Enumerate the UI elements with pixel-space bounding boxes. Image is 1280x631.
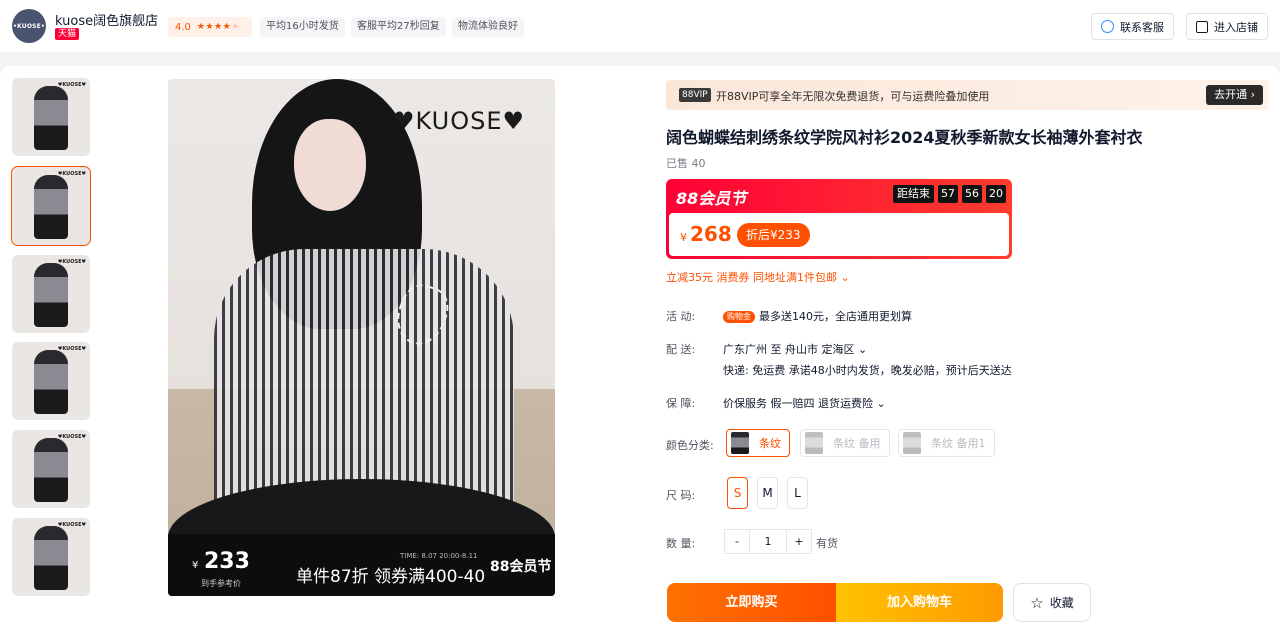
thumbnail-3[interactable]: ♥KUOSE♥: [12, 255, 90, 333]
thumbnail-logo: ♥KUOSE♥: [57, 171, 86, 177]
shop-rating: 4.0 ★★★★★: [168, 17, 252, 37]
color-swatch: [903, 432, 921, 454]
countdown-label: 距结束: [893, 185, 934, 203]
thumbnail-2[interactable]: ♥KUOSE♥: [11, 166, 91, 246]
price-yen: ¥: [680, 231, 687, 244]
star-icon: ☆: [1030, 593, 1044, 612]
thumbnail-1[interactable]: ♥KUOSE♥: [12, 78, 90, 156]
store-icon: [1196, 20, 1208, 33]
thumbnail-4[interactable]: ♥KUOSE♥: [12, 342, 90, 420]
shipping-info: 快递: 免运费 承诺48小时内发货，晚发必赔，预计后天送达: [723, 364, 1012, 377]
product-title: 阔色蝴蝶结刺绣条纹学院风衬衫2024夏秋季新款女长袖薄外套衬衣: [666, 128, 1143, 147]
after-discount-price: 折后¥233: [737, 223, 810, 247]
color-option-stripe-spare[interactable]: 条纹 备用: [800, 429, 890, 457]
color-option-stripe-spare-1[interactable]: 条纹 备用1: [898, 429, 995, 457]
vip-open-button[interactable]: 去开通 ›: [1206, 85, 1263, 105]
thumbnail-logo: ♥KUOSE♥: [57, 522, 86, 528]
countdown-seconds: 20: [986, 185, 1006, 203]
sold-count: 已售 40: [666, 157, 706, 170]
shopping-gold-badge: 购物金: [723, 311, 755, 323]
promo-deal: 单件87折 领券满400-40: [296, 567, 486, 587]
stock-status: 有货: [816, 537, 838, 550]
enter-shop-label: 进入店铺: [1214, 20, 1258, 34]
shop-logo[interactable]: •KUOSE•: [12, 9, 46, 43]
shop-tag-service: 客服平均27秒回复: [351, 17, 446, 37]
enter-shop-button[interactable]: 进入店铺: [1186, 13, 1268, 40]
coupon-link[interactable]: 立减35元 消费券 同地址满1件包邮 ⌄: [666, 269, 850, 285]
activity-text: 最多送140元，全店通用更划算: [759, 310, 912, 323]
quantity-stepper: - 1 +: [724, 529, 812, 554]
countdown-minutes: 56: [962, 185, 982, 203]
promo-price: 233: [204, 549, 250, 574]
contact-service-button[interactable]: 联系客服: [1091, 13, 1174, 40]
thumbnail-logo: ♥KUOSE♥: [57, 434, 86, 440]
thumbnail-logo: ♥KUOSE♥: [57, 82, 86, 88]
promo-ref-label: 到手参考价: [201, 579, 241, 588]
shop-header: •KUOSE• kuose阔色旗舰店 天猫 4.0 ★★★★★ 平均16小时发货…: [0, 0, 1280, 52]
promo-festival: 88会员节: [490, 559, 552, 575]
quantity-minus-button[interactable]: -: [724, 529, 750, 554]
chat-icon: [1101, 20, 1114, 33]
shop-tag-logistics: 物流体验良好: [452, 17, 524, 37]
size-option-s[interactable]: S: [727, 477, 748, 509]
color-swatch: [731, 432, 749, 454]
image-promo-bar: ¥ 233 到手参考价 TIME: 8.07 20:00-8.11 单件87折 …: [168, 534, 555, 596]
star-rating-icon: ★★★★★: [196, 22, 240, 32]
promo-time: TIME: 8.07 20:00-8.11: [400, 552, 478, 560]
vip-text: 开88VIP可享全年无限次免费退货，可与运费险叠加使用: [716, 90, 990, 103]
countdown: 距结束 57 56 20: [893, 185, 1006, 203]
shipping-label: 配 送:: [666, 343, 696, 356]
price-inner: ¥ 268 折后¥233: [669, 213, 1009, 256]
vip-banner: 88VIP 开88VIP可享全年无限次免费退货，可与运费险叠加使用 去开通 ›: [666, 80, 1269, 110]
color-swatch: [805, 432, 823, 454]
buy-now-button[interactable]: 立即购买: [667, 583, 836, 622]
shipping-location[interactable]: 广东广州 至 舟山市 定海区 ⌄: [723, 341, 867, 357]
price-box: 88会员节 距结束 57 56 20 ¥ 268 折后¥233: [666, 179, 1012, 259]
price-value: 268: [690, 222, 732, 246]
main-product-image[interactable]: ♥KUOSE♥ ¥ 233 到手参考价 TIME: 8.07 20:00-8.1…: [168, 79, 555, 596]
activity-value: 购物金 最多送140元，全店通用更划算: [723, 308, 912, 324]
size-label: 尺 码:: [666, 489, 696, 502]
thumbnail-logo: ♥KUOSE♥: [57, 259, 86, 265]
festival-title: 88会员节: [676, 189, 747, 208]
color-option-stripe[interactable]: 条纹: [726, 429, 790, 457]
color-label: 颜色分类:: [666, 439, 714, 452]
favorite-label: 收藏: [1049, 596, 1074, 610]
add-to-cart-button[interactable]: 加入购物车: [836, 583, 1003, 622]
shop-tag-shipping: 平均16小时发货: [260, 17, 345, 37]
guarantee-label: 保 障:: [666, 397, 696, 410]
guarantee-value[interactable]: 价保服务 假一赔四 退货运费险 ⌄: [723, 395, 886, 411]
quantity-label: 数 量:: [666, 537, 696, 550]
promo-yen: ¥: [192, 560, 199, 571]
color-option-label: 条纹: [759, 437, 781, 450]
thumbnail-5[interactable]: ♥KUOSE♥: [12, 430, 90, 508]
thumbnail-logo: ♥KUOSE♥: [57, 346, 86, 352]
size-option-m[interactable]: M: [757, 477, 778, 509]
favorite-button[interactable]: ☆ 收藏: [1013, 583, 1091, 622]
size-option-l[interactable]: L: [787, 477, 808, 509]
countdown-hours: 57: [938, 185, 958, 203]
brand-logo: ♥KUOSE♥: [393, 107, 525, 135]
vip-badge: 88VIP: [679, 88, 711, 102]
shop-name[interactable]: kuose阔色旗舰店: [55, 10, 158, 29]
quantity-input[interactable]: 1: [750, 529, 786, 554]
contact-service-label: 联系客服: [1120, 20, 1164, 34]
activity-label: 活 动:: [666, 310, 696, 323]
quantity-plus-button[interactable]: +: [786, 529, 812, 554]
color-option-label: 条纹 备用1: [931, 437, 986, 450]
rating-value: 4.0: [175, 21, 191, 33]
tmall-badge: 天猫: [55, 28, 80, 40]
thumbnail-6[interactable]: ♥KUOSE♥: [12, 518, 90, 596]
color-option-label: 条纹 备用: [833, 437, 881, 450]
